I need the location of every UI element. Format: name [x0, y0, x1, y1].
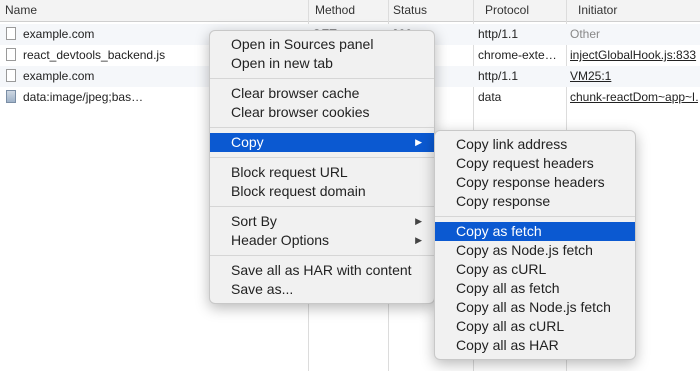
menu-item-label: Header Options [231, 232, 330, 248]
submenu-arrow-icon: ▶ [415, 137, 422, 147]
menu-item-copy-response[interactable]: Copy response [435, 192, 635, 211]
menu-item-label: Sort By [231, 213, 277, 229]
menu-item-copy-all-as-fetch[interactable]: Copy all as fetch [435, 279, 635, 298]
menu-item-block-domain[interactable]: Block request domain [210, 182, 434, 201]
menu-item-copy-all-as-har[interactable]: Copy all as HAR [435, 336, 635, 355]
menu-item-copy-as-curl[interactable]: Copy as cURL [435, 260, 635, 279]
menu-item-copy-as-fetch[interactable]: Copy as fetch [435, 222, 635, 241]
menu-item-open-in-sources[interactable]: Open in Sources panel [210, 35, 434, 54]
menu-separator [210, 157, 434, 158]
request-name: example.com [23, 27, 95, 41]
menu-separator [435, 216, 635, 217]
request-protocol: chrome-exte… [478, 48, 557, 62]
request-initiator-link[interactable]: injectGlobalHook.js:833 [570, 45, 698, 66]
menu-item-open-in-new-tab[interactable]: Open in new tab [210, 54, 434, 73]
request-protocol: http/1.1 [478, 69, 519, 83]
submenu-arrow-icon: ▶ [415, 216, 422, 226]
request-protocol: data [478, 90, 502, 104]
request-name: data:image/jpeg;bas… [23, 90, 144, 104]
menu-separator [210, 127, 434, 128]
column-header-initiator[interactable]: Initiator [573, 0, 700, 21]
menu-item-save-har[interactable]: Save all as HAR with content [210, 261, 434, 280]
menu-item-copy-all-as-nodejs-fetch[interactable]: Copy all as Node.js fetch [435, 298, 635, 317]
submenu-arrow-icon: ▶ [415, 235, 422, 245]
request-initiator: Other [570, 27, 601, 41]
column-header-method[interactable]: Method [310, 0, 388, 21]
column-header-name[interactable]: Name [0, 0, 308, 21]
copy-submenu: Copy link address Copy request headers C… [434, 130, 636, 360]
image-icon [6, 90, 16, 103]
request-initiator-link[interactable]: VM25:1 [570, 66, 698, 87]
menu-item-copy-as-nodejs-fetch[interactable]: Copy as Node.js fetch [435, 241, 635, 260]
menu-separator [210, 78, 434, 79]
context-menu: Open in Sources panel Open in new tab Cl… [209, 30, 435, 304]
document-icon [6, 48, 16, 61]
menu-separator [210, 206, 434, 207]
column-header-protocol[interactable]: Protocol [480, 0, 572, 21]
table-header: Name Method Status Protocol Initiator [0, 0, 700, 22]
menu-item-header-options[interactable]: Header Options ▶ [210, 231, 434, 250]
menu-separator [210, 255, 434, 256]
menu-item-copy-all-as-curl[interactable]: Copy all as cURL [435, 317, 635, 336]
menu-item-save-as[interactable]: Save as... [210, 280, 434, 299]
menu-item-clear-cookies[interactable]: Clear browser cookies [210, 103, 434, 122]
document-icon [6, 27, 16, 40]
document-icon [6, 69, 16, 82]
menu-item-sort-by[interactable]: Sort By ▶ [210, 212, 434, 231]
menu-item-copy-link-address[interactable]: Copy link address [435, 135, 635, 154]
request-protocol: http/1.1 [478, 27, 519, 41]
request-initiator-link[interactable]: chunk-reactDom~app~l… [570, 87, 698, 108]
column-header-status[interactable]: Status [388, 0, 480, 21]
request-name: example.com [23, 69, 95, 83]
menu-item-copy-request-headers[interactable]: Copy request headers [435, 154, 635, 173]
menu-item-block-url[interactable]: Block request URL [210, 163, 434, 182]
menu-item-clear-cache[interactable]: Clear browser cache [210, 84, 434, 103]
menu-item-label: Copy [231, 134, 264, 150]
menu-item-copy-response-headers[interactable]: Copy response headers [435, 173, 635, 192]
menu-item-copy[interactable]: Copy ▶ [210, 133, 434, 152]
request-name: react_devtools_backend.js [23, 48, 166, 62]
